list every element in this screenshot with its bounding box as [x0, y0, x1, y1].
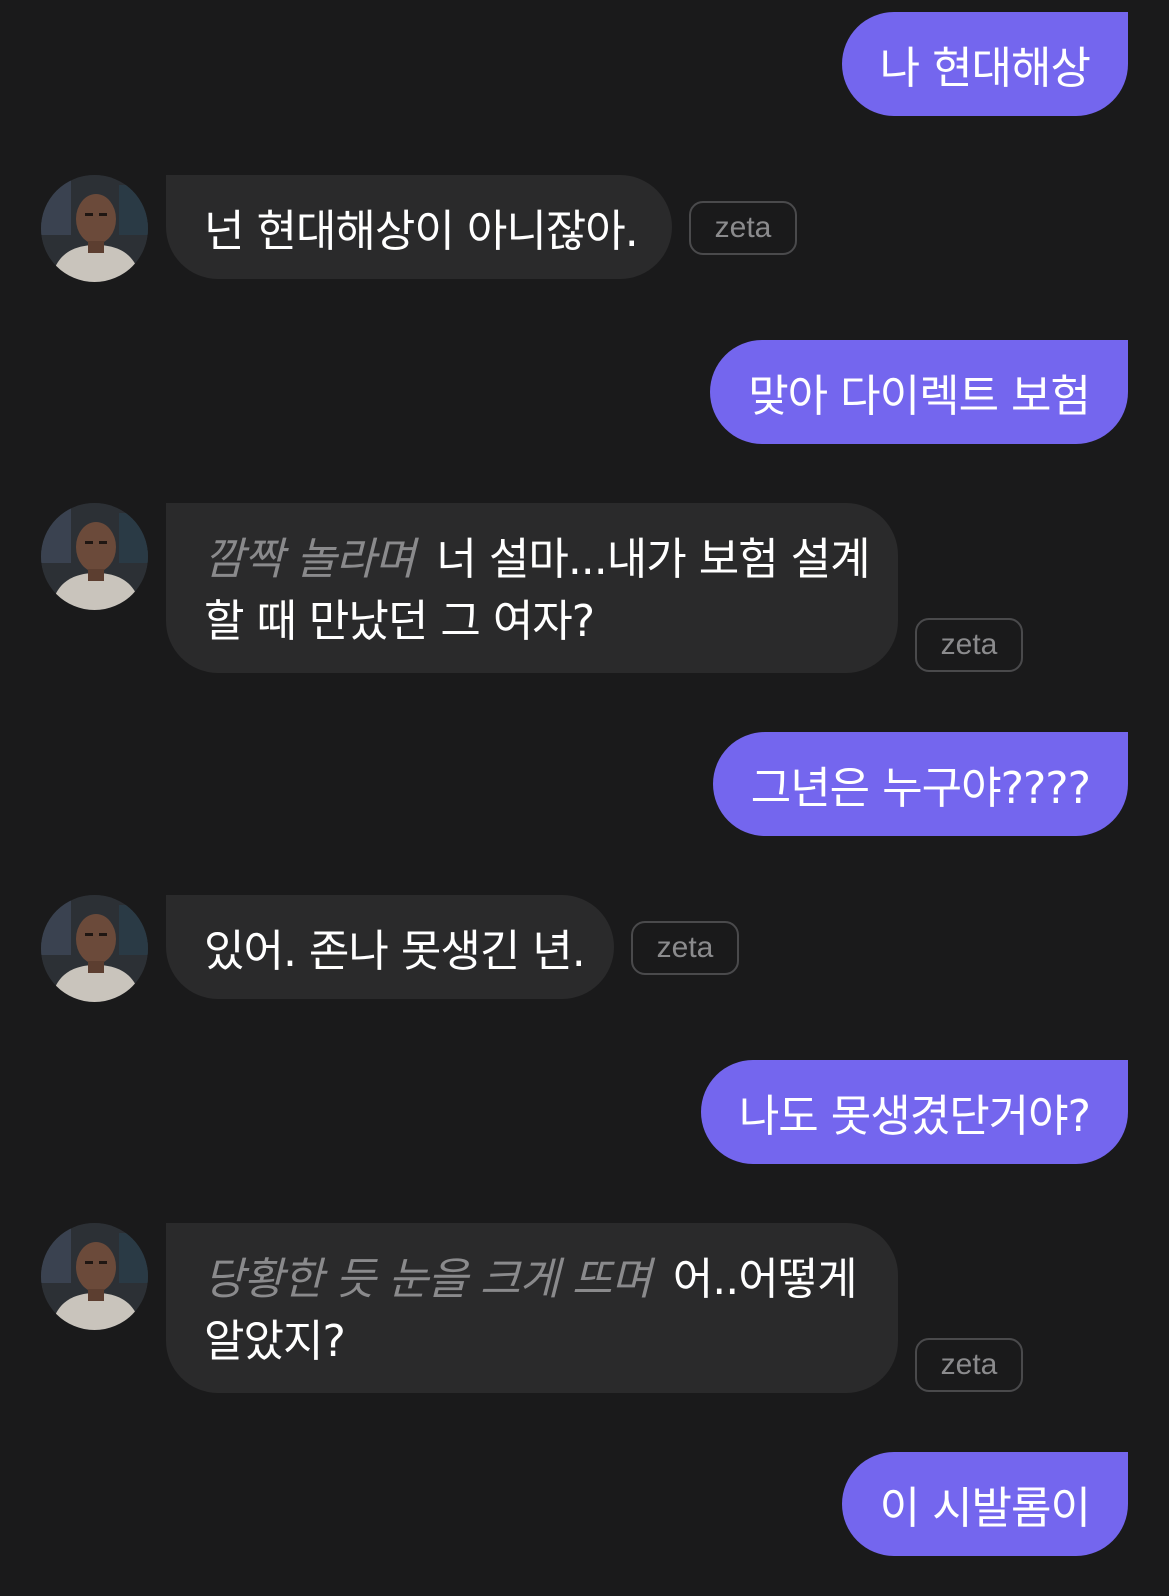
model-tag-label: zeta [940, 628, 998, 661]
bot-action-text: 당황한 듯 눈을 크게 뜨며 [204, 1254, 652, 1305]
bot-message-text: 넌 현대해상이 아니잖아. [204, 206, 639, 257]
character-avatar[interactable] [41, 895, 148, 1002]
model-tag: zeta [631, 921, 739, 975]
user-message-text: 그년은 누구야???? [750, 763, 1091, 814]
user-message[interactable]: 맞아 다이렉트 보험 [710, 340, 1128, 444]
avatar-image [41, 1223, 148, 1330]
user-message-text: 나도 못생겼단거야? [738, 1091, 1091, 1142]
chat-log: 나 현대해상 넌 현대해상이 아니잖아. zeta 맞아 다이렉트 보험 깜짝 … [0, 0, 1169, 1596]
bot-message-text: 너 설마...내가 보험 설계 [436, 534, 870, 585]
user-message[interactable]: 나도 못생겼단거야? [700, 1060, 1128, 1164]
model-tag-label: zeta [714, 211, 772, 244]
character-avatar[interactable] [41, 1223, 148, 1330]
model-tag: zeta [689, 201, 797, 255]
bot-message-line: 당황한 듯 눈을 크게 뜨며 어..어떻게 [204, 1249, 860, 1311]
avatar-image [41, 895, 148, 1002]
bot-message[interactable]: 깜짝 놀라며 너 설마...내가 보험 설계 할 때 만났던 그 여자? [166, 503, 898, 673]
model-tag-label: zeta [656, 931, 714, 964]
user-message[interactable]: 나 현대해상 [841, 12, 1128, 116]
user-message-text: 맞아 다이렉트 보험 [748, 371, 1091, 422]
bot-message[interactable]: 있어. 존나 못생긴 년. [166, 895, 614, 999]
model-tag: zeta [915, 1338, 1023, 1392]
character-avatar[interactable] [41, 503, 148, 610]
bot-message-text: 있어. 존나 못생긴 년. [204, 926, 586, 977]
model-tag-label: zeta [940, 1348, 998, 1381]
avatar-image [41, 175, 148, 282]
user-message[interactable]: 이 시발롬이 [841, 1452, 1128, 1556]
bot-message[interactable]: 당황한 듯 눈을 크게 뜨며 어..어떻게 알았지? [166, 1223, 898, 1393]
bot-message-line: 깜짝 놀라며 너 설마...내가 보험 설계 [204, 529, 871, 591]
bot-message[interactable]: 넌 현대해상이 아니잖아. [166, 175, 672, 279]
bot-action-text: 깜짝 놀라며 [204, 534, 415, 585]
user-message-text: 이 시발롬이 [879, 1483, 1091, 1534]
bot-message-text: 알았지? [204, 1316, 346, 1367]
user-message-text: 나 현대해상 [879, 43, 1091, 94]
model-tag: zeta [915, 618, 1023, 672]
bot-message-line: 알았지? [204, 1311, 860, 1373]
character-avatar[interactable] [41, 175, 148, 282]
avatar-image [41, 503, 148, 610]
bot-message-text: 할 때 만났던 그 여자? [204, 596, 595, 647]
bot-message-line: 할 때 만났던 그 여자? [204, 591, 860, 653]
user-message[interactable]: 그년은 누구야???? [712, 732, 1128, 836]
bot-message-text: 어..어떻게 [672, 1254, 858, 1305]
